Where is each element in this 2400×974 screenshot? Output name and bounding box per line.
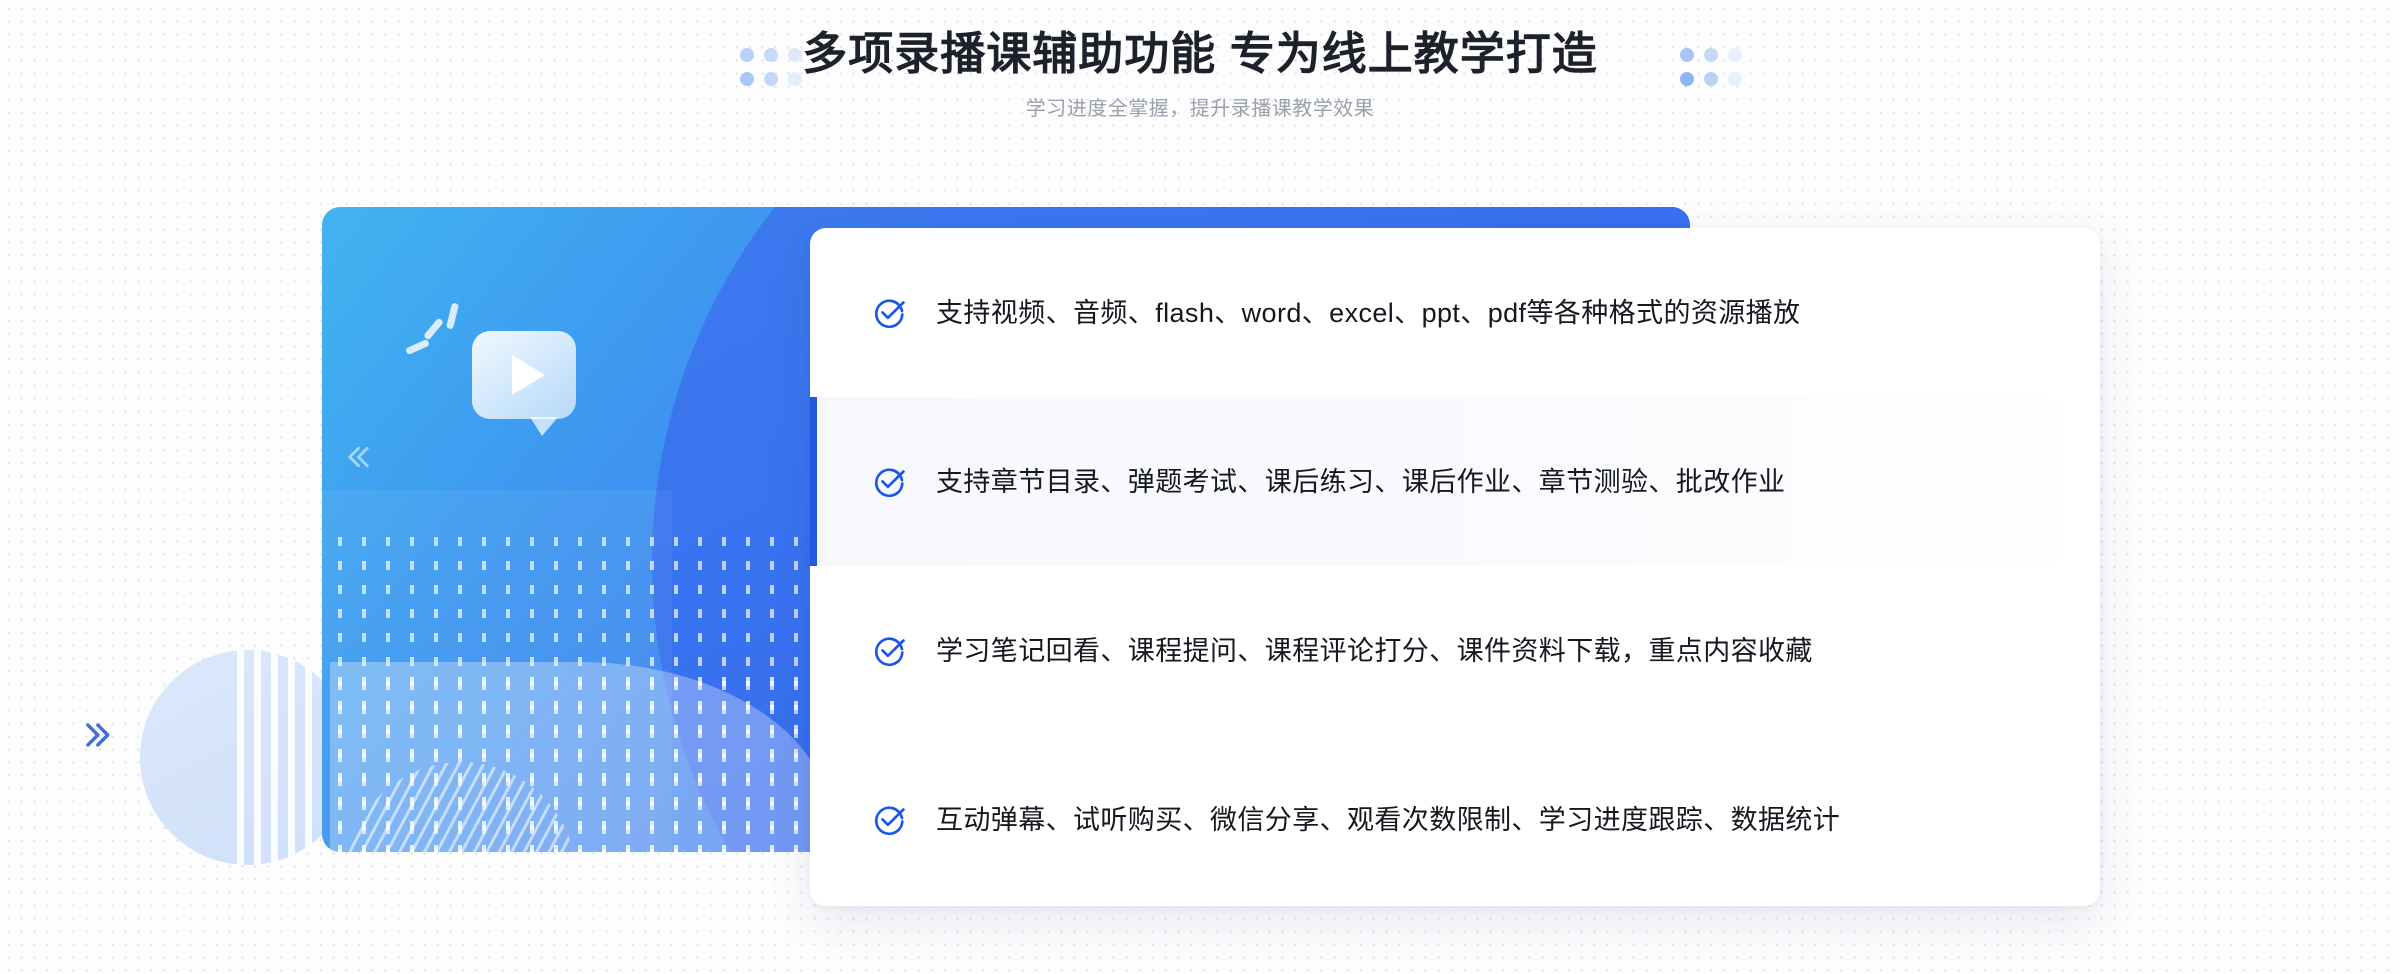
deco-dot (1680, 72, 1694, 86)
circle-check-icon (874, 298, 905, 328)
spark-line (445, 302, 460, 330)
deco-dot (1704, 72, 1718, 86)
feature-row[interactable]: 学习笔记回看、课程提问、课程评论打分、课件资料下载，重点内容收藏 (810, 566, 2100, 735)
feature-label: 互动弹幕、试听购买、微信分享、观看次数限制、学习进度跟踪、数据统计 (936, 804, 1841, 835)
page-title: 多项录播课辅助功能 专为线上教学打造 (802, 28, 1598, 79)
circle-check-icon (874, 636, 905, 666)
deco-dot (788, 48, 802, 62)
page-root: 多项录播课辅助功能 专为线上教学打造 学习进度全掌握，提升录播课教学效果 支持视… (0, 0, 2400, 974)
feature-row[interactable]: 支持视频、音频、flash、word、excel、ppt、pdf等各种格式的资源… (810, 228, 2100, 397)
feature-row[interactable]: 支持章节目录、弹题考试、课后练习、课后作业、章节测验、批改作业 (810, 397, 2100, 566)
spark-line (405, 338, 430, 356)
deco-dot (764, 72, 778, 86)
page-subtitle: 学习进度全掌握，提升录播课教学效果 (1025, 98, 1375, 120)
feature-label: 学习笔记回看、课程提问、课程评论打分、课件资料下载，重点内容收藏 (936, 635, 1813, 666)
feature-label: 支持视频、音频、flash、word、excel、ppt、pdf等各种格式的资源… (936, 297, 1801, 328)
dot-grid-decoration-left (740, 48, 802, 86)
double-chevron-right-icon (86, 723, 110, 747)
deco-dot (740, 48, 754, 62)
feature-label: 支持章节目录、弹题考试、课后练习、课后作业、章节测验、批改作业 (936, 466, 1786, 497)
deco-dot (1680, 48, 1694, 62)
deco-dot (1728, 72, 1742, 86)
speech-bubble-icon (472, 331, 576, 436)
dot-grid-decoration-right (1680, 48, 1742, 86)
circle-check-icon (874, 467, 905, 497)
deco-dot (1728, 48, 1742, 62)
feature-row[interactable]: 互动弹幕、试听购买、微信分享、观看次数限制、学习进度跟踪、数据统计 (810, 735, 2100, 904)
deco-dot (1704, 48, 1718, 62)
deco-dot (764, 48, 778, 62)
play-button-icon (512, 355, 545, 395)
header: 多项录播课辅助功能 专为线上教学打造 学习进度全掌握，提升录播课教学效果 (0, 0, 2400, 150)
feature-list-card: 支持视频、音频、flash、word、excel、ppt、pdf等各种格式的资源… (810, 228, 2100, 906)
deco-dot (740, 72, 754, 86)
deco-dot (788, 72, 802, 86)
circle-check-icon (874, 805, 905, 835)
double-chevron-left-icon (348, 446, 369, 468)
spark-line (423, 317, 444, 341)
